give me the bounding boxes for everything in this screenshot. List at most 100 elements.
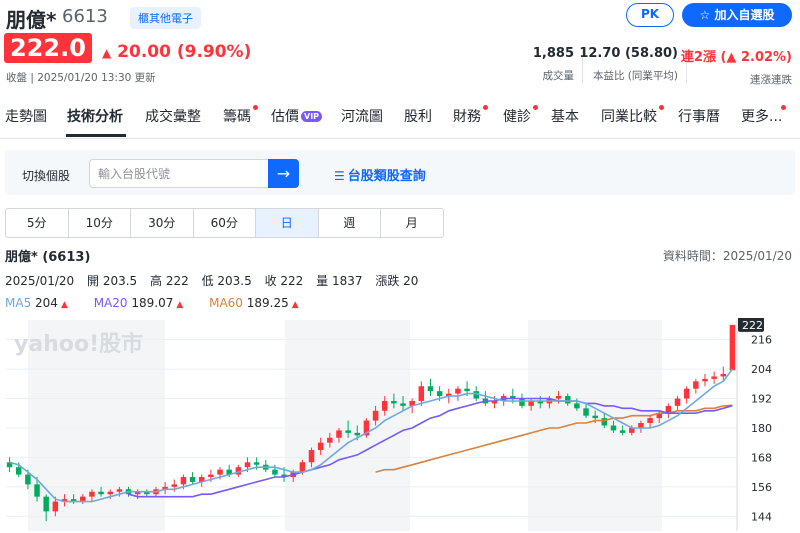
add-watchlist-label: 加入自選股 xyxy=(714,8,775,22)
tab-label: 更多... xyxy=(741,109,783,125)
tab-dividend[interactable]: 股利 xyxy=(404,106,432,126)
pk-button[interactable]: PK xyxy=(626,3,674,27)
candle-body xyxy=(308,450,315,463)
month-band xyxy=(285,320,410,531)
new-dot-icon xyxy=(483,105,488,110)
candle-body xyxy=(171,484,178,487)
candle-body xyxy=(217,469,223,475)
stat-value: 連2漲 (▲ 2.02%) xyxy=(680,50,792,65)
candle-body xyxy=(25,474,31,485)
tab-river[interactable]: 河流圖 xyxy=(341,106,383,126)
candle-body xyxy=(674,398,681,406)
ohlc-open: 開 203.5 xyxy=(87,274,138,288)
candle-body xyxy=(317,442,324,451)
tab-basic[interactable]: 基本 xyxy=(551,106,579,126)
nav-divider xyxy=(0,138,800,139)
period-60min[interactable]: 60分 xyxy=(192,208,256,238)
candle-body xyxy=(464,388,470,392)
candle-body xyxy=(647,418,653,424)
stat-pe: 12.70 (58.80) 本益比 (同業平均) xyxy=(579,46,678,83)
y-tick-label: 156 xyxy=(751,481,772,494)
period-5min[interactable]: 5分 xyxy=(5,208,69,238)
watermark-logo: yahoo!股市 xyxy=(14,331,143,357)
tab-peer-compare[interactable]: 同業比較 xyxy=(601,105,664,126)
tab-financial[interactable]: 財務 xyxy=(453,105,488,126)
candlestick-chart[interactable]: 144 156 168 180 192 204 216 yahoo!股市 222 xyxy=(0,318,800,533)
star-icon: ☆ xyxy=(699,8,711,22)
new-dot-icon xyxy=(533,105,538,110)
candle-body xyxy=(372,410,379,421)
arrow-right-icon: → xyxy=(276,164,291,183)
tab-valuation[interactable]: 估價 VIP xyxy=(271,106,323,126)
up-triangle-icon: ▲ xyxy=(60,300,68,310)
candle-body xyxy=(720,373,727,377)
y-tick-label: 144 xyxy=(751,510,772,523)
stock-code-input[interactable] xyxy=(89,159,268,188)
candle-body xyxy=(418,386,425,401)
candle-body xyxy=(116,489,123,492)
ma-value: 189.07 xyxy=(131,296,174,310)
stat-streak: 連2漲 (▲ 2.02%) 連漲連跌 xyxy=(681,46,792,87)
stat-value: 1,885 xyxy=(532,46,574,61)
tab-trades[interactable]: 成交彙整 xyxy=(145,106,201,126)
candle-body xyxy=(391,400,397,404)
ohlc-close: 收 222 xyxy=(264,274,304,288)
candle-body xyxy=(299,462,306,473)
candle-body xyxy=(519,398,525,406)
tab-label: 健診 xyxy=(503,109,531,125)
category-badge[interactable]: 櫃其他電子 xyxy=(130,7,201,29)
tab-label: 籌碼 xyxy=(223,109,251,125)
candle-body xyxy=(336,430,342,438)
y-tick-label: 216 xyxy=(751,334,772,347)
current-price: 222.0 xyxy=(4,33,92,63)
candle-body xyxy=(381,400,388,411)
search-submit-button[interactable]: → xyxy=(268,159,299,188)
period-month[interactable]: 月 xyxy=(380,208,444,238)
candle-body xyxy=(619,430,626,433)
candle-body xyxy=(564,396,571,404)
candle-body xyxy=(400,403,406,406)
candle-body xyxy=(592,415,598,419)
stat-volume: 1,885 成交量 xyxy=(533,46,574,83)
candle-body xyxy=(208,474,214,478)
tab-health[interactable]: 健診 xyxy=(503,105,538,126)
ohlc-date: 2025/01/20 xyxy=(5,274,75,288)
candle-body xyxy=(610,425,617,431)
stat-label: 本益比 (同業平均) xyxy=(592,70,678,82)
up-triangle-icon: ▲ xyxy=(291,300,299,310)
new-dot-icon xyxy=(659,105,664,110)
ohlc-readout: 2025/01/20 開 203.5 高 222 低 203.5 收 222 量… xyxy=(5,272,427,289)
candle-body xyxy=(98,491,104,495)
category-search-link[interactable]: ☰ 台股類股查詢 xyxy=(334,165,426,184)
new-dot-icon xyxy=(253,105,258,110)
candle-body xyxy=(574,403,580,409)
candle-body xyxy=(427,386,434,392)
vip-badge: VIP xyxy=(301,111,323,122)
price-change: ▲ 20.00 (9.90%) xyxy=(102,42,251,62)
tab-technical[interactable]: 技術分析 xyxy=(67,106,123,126)
tab-more[interactable]: 更多... xyxy=(741,105,787,126)
tab-chips[interactable]: 籌碼 xyxy=(223,105,258,126)
tab-calendar[interactable]: 行事曆 xyxy=(678,106,720,126)
period-30min[interactable]: 30分 xyxy=(130,208,194,238)
new-dot-icon xyxy=(781,105,787,110)
tab-trend[interactable]: 走勢圖 xyxy=(5,106,47,126)
candle-body xyxy=(693,381,699,389)
period-week[interactable]: 週 xyxy=(317,208,381,238)
ma-value: 189.25 xyxy=(246,296,289,310)
period-10min[interactable]: 10分 xyxy=(67,208,131,238)
add-watchlist-button[interactable]: ☆ 加入自選股 xyxy=(682,3,792,27)
price-change-value: 20.00 (9.90%) xyxy=(117,42,252,62)
candle-body xyxy=(354,432,361,436)
y-tick-label: 168 xyxy=(751,451,772,464)
up-triangle-icon: ▲ xyxy=(102,46,112,60)
candle-body xyxy=(15,467,22,475)
ohlc-change: 漲跌 20 xyxy=(375,274,419,288)
tab-label: 財務 xyxy=(453,109,481,125)
candle-body xyxy=(345,430,351,433)
ma-label: MA20 xyxy=(93,296,128,310)
tab-label: 同業比較 xyxy=(601,109,657,125)
period-day[interactable]: 日 xyxy=(255,208,319,238)
period-tabs: 5分 10分 30分 60分 日 週 月 xyxy=(5,208,444,238)
y-tick-label: 192 xyxy=(751,393,772,406)
